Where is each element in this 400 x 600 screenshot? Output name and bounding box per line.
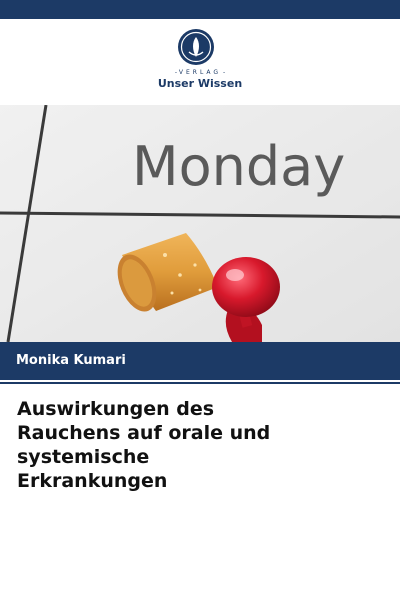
publisher-tagline: - VERLAG -: [174, 69, 226, 76]
publisher-tagline-text: VERLAG: [178, 69, 222, 76]
book-title-line: Auswirkungen des: [17, 398, 215, 420]
book-title: Auswirkungen des Rauchens auf orale und …: [17, 397, 387, 493]
book-title-line: Rauchens auf orale und: [17, 422, 271, 444]
book-title-line: systemische: [17, 446, 150, 468]
calendar-day-word: Monday: [132, 135, 345, 198]
publisher-logo: - VERLAG - Unser Wissen: [0, 19, 400, 105]
cover-photo: Monday: [0, 105, 400, 342]
book-title-line: Erkrankungen: [17, 470, 168, 492]
publisher-name: Unser Wissen: [157, 77, 243, 90]
publisher-emblem-icon: [178, 29, 214, 65]
top-color-band: [0, 0, 400, 19]
author-band: Monika Kumari: [0, 342, 400, 380]
divider-rule: [0, 382, 400, 384]
author-name: Monika Kumari: [16, 353, 126, 368]
calendar-photo: Monday: [0, 105, 400, 342]
